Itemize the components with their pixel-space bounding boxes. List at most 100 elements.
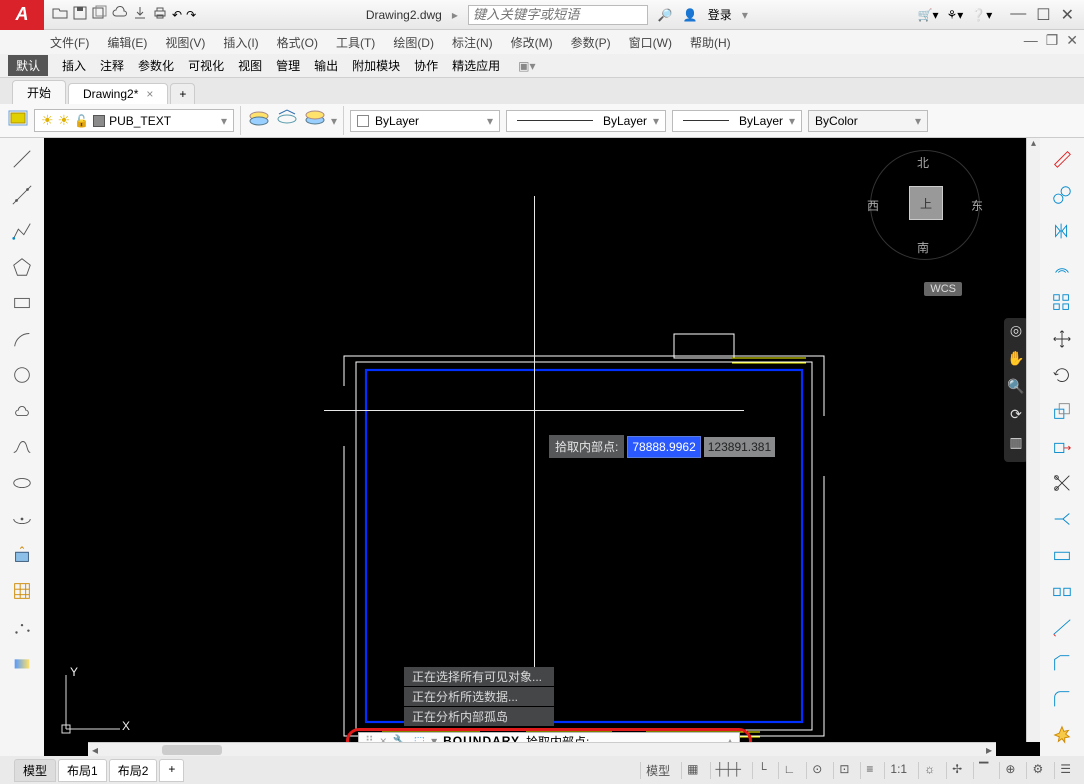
tab-start[interactable]: 开始 [12, 80, 66, 104]
break-tool[interactable] [1047, 540, 1077, 570]
redo-icon[interactable]: ↷ [186, 8, 196, 22]
insert-block-tool[interactable] [7, 540, 37, 570]
nav-pan-icon[interactable]: ✋ [1004, 350, 1028, 374]
layout2-tab[interactable]: 布局2 [109, 759, 158, 782]
ellipsearc-tool[interactable] [7, 504, 37, 534]
nav-showmotion-icon[interactable]: ▥ [1004, 434, 1028, 458]
explode-tool[interactable] [1047, 720, 1077, 750]
panel-output[interactable]: 输出 [314, 57, 338, 74]
plotstyle-dropdown[interactable]: ByColor▾ [808, 110, 928, 132]
coord-x-input[interactable]: 78888.9962 [628, 437, 699, 457]
erase-tool[interactable] [1047, 144, 1077, 174]
viewcube-top[interactable]: 上 [909, 186, 943, 220]
tab-close-icon[interactable]: × [146, 87, 153, 101]
xline-tool[interactable] [7, 180, 37, 210]
drawing-canvas[interactable]: 拾取内部点: 78888.9962 123891.381 北 南 东 西 上 W… [44, 138, 1040, 756]
menu-param[interactable]: 参数(P) [571, 34, 611, 51]
mirror-tool[interactable] [1047, 216, 1077, 246]
status-ortho-icon[interactable]: └ [752, 762, 772, 779]
viewcube-east[interactable]: 东 [971, 197, 983, 214]
status-workspace-icon[interactable]: ✢ [946, 762, 967, 779]
status-isoplane-icon[interactable]: ⊕ [999, 762, 1020, 779]
layer-states-icon[interactable] [247, 106, 273, 135]
status-monitor-icon[interactable]: ▔ [973, 762, 993, 779]
layer-tools-icon[interactable] [303, 106, 329, 135]
close-button[interactable]: ✕ [1061, 5, 1074, 25]
menu-modify[interactable]: 修改(M) [511, 34, 553, 51]
color-dropdown[interactable]: ByLayer▾ [350, 110, 500, 132]
panel-default[interactable]: 默认 [8, 55, 48, 76]
trim-tool[interactable] [1047, 468, 1077, 498]
model-tab[interactable]: 模型 [14, 759, 56, 782]
menu-insert[interactable]: 插入(I) [223, 34, 258, 51]
layer-dropdown[interactable]: ☀ ☀ 🔓 PUB_TEXT ▾ [34, 109, 234, 132]
print-icon[interactable] [152, 5, 168, 24]
lineweight-dropdown[interactable]: ByLayer▾ [672, 110, 802, 132]
menu-file[interactable]: 文件(F) [50, 34, 89, 51]
menu-edit[interactable]: 编辑(E) [107, 34, 147, 51]
cart-icon[interactable]: 🛒▾ [918, 8, 939, 22]
join-tool[interactable] [1047, 612, 1077, 642]
point-tool[interactable] [7, 612, 37, 642]
login-link[interactable]: 登录 [708, 6, 732, 23]
search-input[interactable] [468, 5, 648, 25]
panel-param[interactable]: 参数化 [138, 57, 174, 74]
chamfer-tool[interactable] [1047, 648, 1077, 678]
status-grid-icon[interactable]: ▦ [681, 762, 703, 779]
panel-view[interactable]: 视图 [238, 57, 262, 74]
polyline-tool[interactable] [7, 216, 37, 246]
open-icon[interactable] [52, 5, 68, 24]
gradient-tool[interactable] [7, 648, 37, 678]
status-customize-icon[interactable]: ☰ [1054, 762, 1076, 779]
share-icon[interactable]: ⚘▾ [947, 8, 964, 22]
menu-tools[interactable]: 工具(T) [336, 34, 375, 51]
copy-tool[interactable] [1047, 180, 1077, 210]
viewcube-west[interactable]: 西 [867, 197, 879, 214]
circle-tool[interactable] [7, 360, 37, 390]
status-otrack-icon[interactable]: ⊡ [833, 762, 854, 779]
revcloud-tool[interactable] [7, 396, 37, 426]
status-lwt-icon[interactable]: ≡ [860, 762, 878, 779]
status-osnap-icon[interactable]: ⊙ [806, 762, 827, 779]
hatch-tool[interactable] [7, 576, 37, 606]
menu-format[interactable]: 格式(O) [277, 34, 318, 51]
panel-addins[interactable]: 附加模块 [352, 57, 400, 74]
menu-view[interactable]: 视图(V) [165, 34, 205, 51]
break2-tool[interactable] [1047, 576, 1077, 606]
linetype-dropdown[interactable]: ByLayer▾ [506, 110, 666, 132]
array-tool[interactable] [1047, 288, 1077, 318]
status-settings-icon[interactable]: ⚙ [1026, 762, 1048, 779]
rotate-tool[interactable] [1047, 360, 1077, 390]
viewcube-south[interactable]: 南 [917, 239, 929, 256]
status-annoscale-icon[interactable]: ☼ [918, 762, 940, 779]
binoculars-icon[interactable]: 🔎 [658, 8, 673, 22]
layer-properties-icon[interactable] [6, 106, 32, 135]
menu-draw[interactable]: 绘图(D) [393, 34, 434, 51]
undo-icon[interactable]: ↶ [172, 8, 182, 22]
layer-isolate-icon[interactable] [275, 106, 301, 135]
nav-wheel-icon[interactable]: ◎ [1004, 322, 1028, 346]
status-snap-icon[interactable]: ┼┼┼ [710, 762, 747, 779]
view-cube[interactable]: 北 南 东 西 上 [870, 150, 980, 260]
help-icon[interactable]: ❔▾ [971, 8, 992, 22]
app-logo[interactable]: A [0, 0, 44, 30]
viewcube-north[interactable]: 北 [917, 154, 929, 171]
panel-manage[interactable]: 管理 [276, 57, 300, 74]
horizontal-scrollbar[interactable]: ◂▸ [88, 742, 996, 756]
ellipse-tool[interactable] [7, 468, 37, 498]
vertical-scrollbar[interactable]: ▴ [1026, 138, 1040, 742]
panel-overflow-icon[interactable]: ▣▾ [518, 59, 535, 73]
fillet-tool[interactable] [1047, 684, 1077, 714]
layout1-tab[interactable]: 布局1 [58, 759, 107, 782]
panel-visual[interactable]: 可视化 [188, 57, 224, 74]
menu-dim[interactable]: 标注(N) [452, 34, 493, 51]
child-close[interactable]: ✕ [1066, 32, 1078, 49]
maximize-button[interactable]: ☐ [1036, 5, 1050, 25]
panel-featured[interactable]: 精选应用 [452, 57, 500, 74]
nav-orbit-icon[interactable]: ⟳ [1004, 406, 1028, 430]
line-tool[interactable] [7, 144, 37, 174]
menu-help[interactable]: 帮助(H) [690, 34, 731, 51]
tab-new-button[interactable]: + [170, 83, 195, 104]
status-scale[interactable]: 1:1 [884, 762, 912, 779]
saveall-icon[interactable] [92, 5, 108, 24]
